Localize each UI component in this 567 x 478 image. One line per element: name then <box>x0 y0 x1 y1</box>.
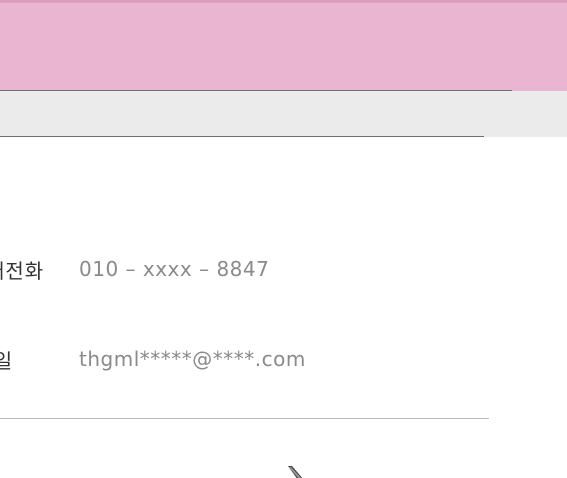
section-divider <box>0 418 489 419</box>
email-value: thgml*****@****.com <box>79 347 306 371</box>
subheader-band <box>0 91 567 137</box>
phone-value: 010 – xxxx – 8847 <box>79 257 270 281</box>
page: 대전화 010 – xxxx – 8847 |일 thgml*****@****… <box>0 0 567 478</box>
subheader-divider <box>0 136 484 137</box>
phone-label: 대전화 <box>0 258 45 283</box>
email-row: |일 thgml*****@****.com <box>0 344 306 374</box>
header-band <box>0 3 567 91</box>
pencil-icon[interactable] <box>284 466 306 478</box>
phone-row: 대전화 010 – xxxx – 8847 <box>0 254 269 284</box>
email-label: |일 <box>0 348 14 373</box>
